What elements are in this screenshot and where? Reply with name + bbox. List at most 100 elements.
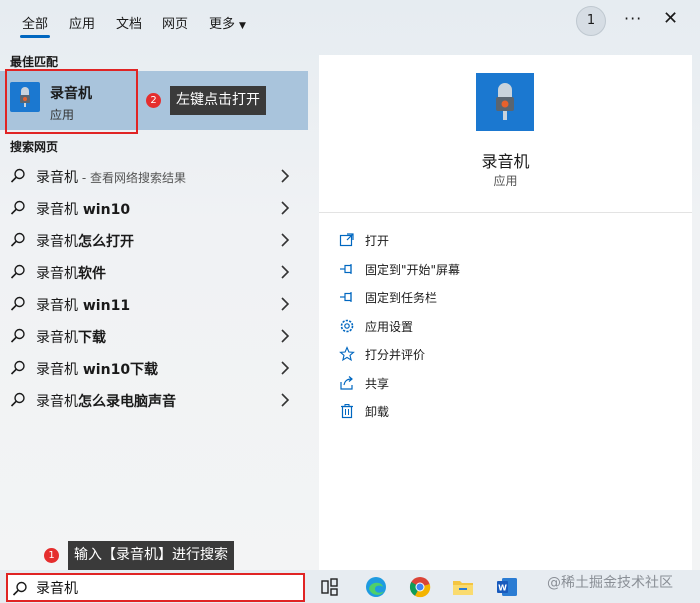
- action-rate-review[interactable]: 打分并评价: [339, 344, 639, 366]
- tab-more[interactable]: 更多 ▼: [209, 13, 246, 32]
- close-button[interactable]: ✕: [663, 8, 678, 29]
- chevron-right-icon: [281, 297, 290, 311]
- web-result-label: 录音机怎么打开: [36, 231, 134, 251]
- web-result-item[interactable]: 录音机 - 查看网络搜索结果: [0, 160, 308, 192]
- action-label: 共享: [365, 377, 390, 391]
- search-icon: [10, 296, 25, 311]
- web-result-query: 录音机: [36, 362, 78, 378]
- search-icon: [10, 168, 25, 183]
- search-tip: 输入【录音机】进行搜索: [68, 541, 234, 570]
- web-result-label: 录音机 win11: [36, 295, 130, 315]
- action-uninstall[interactable]: 卸载: [339, 401, 639, 423]
- step-2-marker: 2: [146, 93, 161, 108]
- open-icon: [339, 233, 354, 247]
- search-icon: [12, 581, 27, 596]
- search-tabs: 全部 应用 文档 网页 更多 ▼ 1 ··· ✕: [0, 0, 700, 42]
- chevron-right-icon: [281, 233, 290, 247]
- action-label: 固定到任务栏: [365, 291, 438, 305]
- task-view-icon[interactable]: [320, 575, 340, 599]
- action-pin-taskbar[interactable]: 固定到任务栏: [339, 287, 639, 309]
- watermark: @稀土掘金技术社区: [547, 575, 673, 591]
- search-input[interactable]: [36, 578, 296, 598]
- tab-docs[interactable]: 文档: [116, 13, 142, 32]
- web-result-query: 录音机: [36, 202, 78, 218]
- web-result-completion: win10: [78, 202, 131, 218]
- best-match-heading: 最佳匹配: [10, 55, 59, 69]
- web-result-item[interactable]: 录音机怎么录电脑声音: [0, 384, 308, 416]
- svg-text:W: W: [498, 584, 507, 593]
- word-app-icon[interactable]: W: [495, 575, 519, 599]
- web-search-heading: 搜索网页: [10, 140, 59, 154]
- chevron-right-icon: [281, 393, 290, 407]
- web-result-completion: win11: [78, 298, 131, 314]
- search-icon: [10, 328, 25, 343]
- chevron-right-icon: [281, 201, 290, 215]
- web-result-query: 录音机: [36, 330, 78, 346]
- search-icon: [10, 200, 25, 215]
- more-options-button[interactable]: ···: [624, 9, 642, 28]
- web-result-completion: 怎么录电脑声音: [78, 394, 176, 410]
- action-pin-start[interactable]: 固定到"开始"屏幕: [339, 259, 639, 281]
- taskbar-search-box[interactable]: [6, 573, 305, 602]
- web-result-label: 录音机下载: [36, 327, 106, 347]
- web-result-query: 录音机: [36, 298, 78, 314]
- tab-apps[interactable]: 应用: [69, 13, 95, 32]
- action-label: 卸载: [365, 405, 390, 419]
- search-icon: [10, 392, 25, 407]
- web-result-completion: 软件: [78, 266, 106, 282]
- click-open-tip: 左键点击打开: [170, 86, 266, 115]
- web-result-item[interactable]: 录音机怎么打开: [0, 224, 308, 256]
- tab-more-label: 更多: [209, 17, 236, 32]
- voice-recorder-app-icon: [476, 73, 534, 131]
- web-result-item[interactable]: 录音机 win11: [0, 288, 308, 320]
- chevron-right-icon: [281, 361, 290, 375]
- action-label: 固定到"开始"屏幕: [365, 263, 461, 277]
- web-result-label: 录音机 win10下载: [36, 359, 158, 379]
- web-result-label: 录音机软件: [36, 263, 106, 283]
- chevron-right-icon: [281, 169, 290, 183]
- share-icon: [340, 376, 353, 390]
- rewards-badge[interactable]: 1: [576, 6, 606, 36]
- chevron-right-icon: [281, 329, 290, 343]
- web-result-completion: 下载: [78, 330, 106, 346]
- annotation-box-best-match: [5, 69, 138, 134]
- action-label: 打开: [365, 234, 390, 248]
- web-result-query: 录音机: [36, 170, 78, 186]
- divider: [319, 212, 692, 213]
- web-result-item[interactable]: 录音机下载: [0, 320, 308, 352]
- web-result-completion: win10下载: [78, 362, 159, 378]
- pin-icon: [340, 292, 352, 302]
- edge-browser-icon[interactable]: [364, 575, 388, 599]
- step-1-marker: 1: [44, 548, 59, 563]
- web-result-item[interactable]: 录音机 win10: [0, 192, 308, 224]
- web-result-query: 录音机: [36, 234, 78, 250]
- action-label: 应用设置: [365, 320, 414, 334]
- chevron-right-icon: [281, 265, 290, 279]
- search-icon: [10, 264, 25, 279]
- web-result-hint: - 查看网络搜索结果: [78, 171, 186, 185]
- trash-icon: [341, 404, 353, 419]
- web-result-item[interactable]: 录音机软件: [0, 256, 308, 288]
- gear-icon: [340, 319, 354, 333]
- tab-web[interactable]: 网页: [162, 13, 188, 32]
- pin-icon: [340, 264, 352, 274]
- app-detail-card: [319, 55, 692, 570]
- detail-app-name: 录音机: [481, 152, 530, 171]
- web-result-item[interactable]: 录音机 win10下载: [0, 352, 308, 384]
- file-explorer-icon[interactable]: [451, 575, 475, 599]
- web-result-label: 录音机怎么录电脑声音: [36, 391, 176, 411]
- search-panel: 全部 应用 文档 网页 更多 ▼ 1 ··· ✕ 最佳匹配 录音机 应用 2 左键…: [0, 0, 700, 570]
- star-icon: [339, 346, 355, 362]
- action-open[interactable]: 打开: [339, 230, 639, 252]
- search-icon: [10, 232, 25, 247]
- chrome-browser-icon[interactable]: [408, 575, 432, 599]
- web-result-label: 录音机 win10: [36, 199, 130, 219]
- web-result-query: 录音机: [36, 266, 78, 282]
- web-result-completion: 怎么打开: [78, 234, 134, 250]
- action-app-settings[interactable]: 应用设置: [339, 316, 639, 338]
- web-result-label: 录音机 - 查看网络搜索结果: [36, 167, 186, 187]
- action-share[interactable]: 共享: [339, 373, 639, 395]
- tab-all[interactable]: 全部: [19, 13, 51, 38]
- action-label: 打分并评价: [365, 348, 426, 362]
- search-icon: [10, 360, 25, 375]
